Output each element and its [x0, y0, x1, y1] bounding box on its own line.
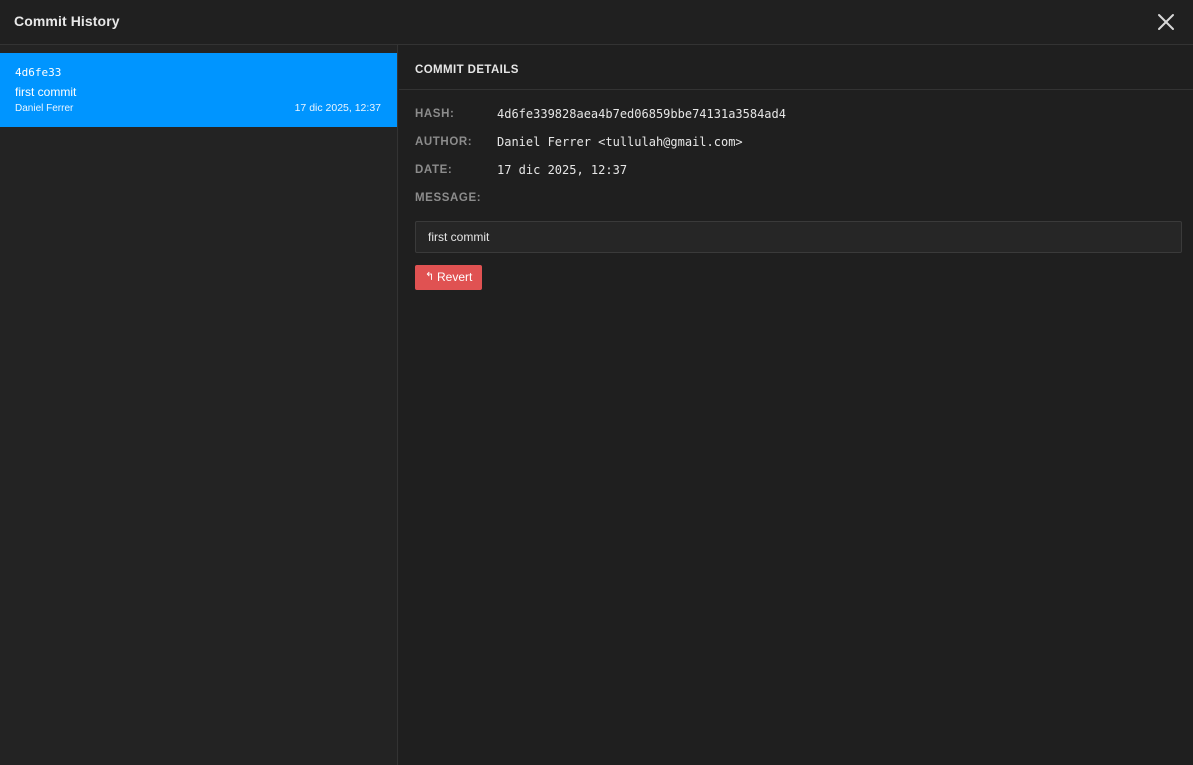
window-title: Commit History [14, 13, 120, 29]
commit-short-hash: 4d6fe33 [15, 66, 62, 79]
message-text: first commit [428, 230, 490, 244]
revert-button[interactable]: ↰ Revert [415, 265, 482, 290]
commit-list[interactable]: 4d6fe33 first commit Daniel Ferrer 17 di… [0, 45, 398, 765]
commit-message: first commit [15, 85, 77, 99]
date-value: 17 dic 2025, 12:37 [497, 163, 628, 177]
date-label: DATE: [415, 164, 453, 176]
commit-list-item[interactable]: 4d6fe33 first commit Daniel Ferrer 17 di… [0, 53, 397, 127]
commit-details-panel: COMMIT DETAILS HASH: 4d6fe339828aea4b7ed… [399, 45, 1193, 765]
author-label: AUTHOR: [415, 136, 473, 148]
revert-button-label: Revert [437, 270, 473, 284]
message-box: first commit [415, 221, 1182, 253]
author-value: Daniel Ferrer <tullulah@gmail.com> [497, 135, 743, 149]
hash-value: 4d6fe339828aea4b7ed06859bbe74131a3584ad4 [497, 107, 786, 121]
message-label: MESSAGE: [415, 192, 482, 204]
revert-icon: ↰ [425, 271, 435, 283]
close-button[interactable] [1155, 11, 1177, 33]
close-icon [1158, 14, 1174, 30]
commit-author: Daniel Ferrer [15, 103, 74, 114]
commit-date: 17 dic 2025, 12:37 [294, 102, 381, 114]
details-header: COMMIT DETAILS [399, 45, 1193, 90]
window-header: Commit History [0, 0, 1193, 45]
details-title: COMMIT DETAILS [415, 64, 519, 76]
commit-history-window: Commit History 4d6fe33 first commit Dani… [0, 0, 1193, 765]
hash-label: HASH: [415, 108, 455, 120]
